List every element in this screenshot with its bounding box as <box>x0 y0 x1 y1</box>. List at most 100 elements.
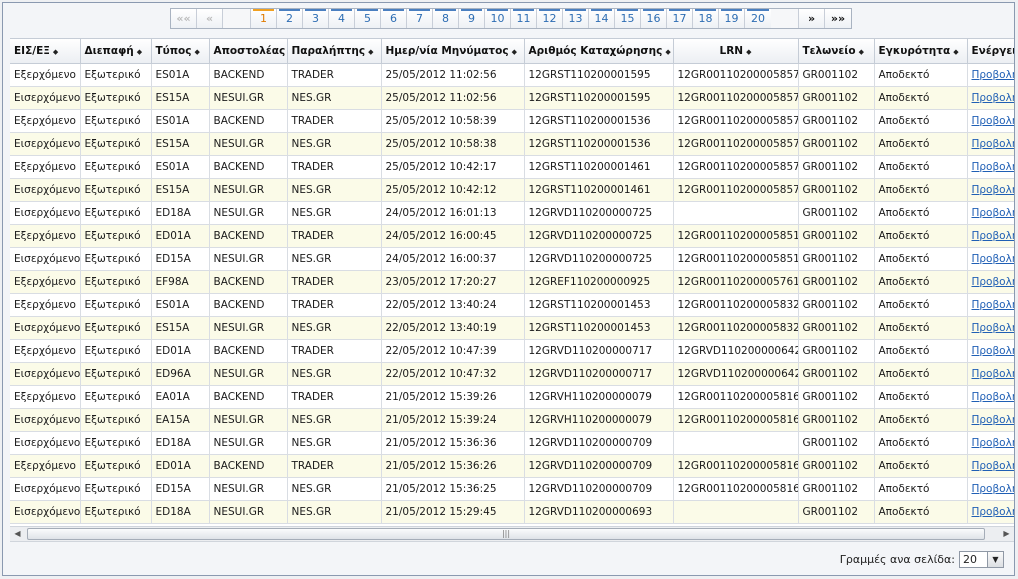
column-header[interactable]: Τελωνείο ◆ <box>798 39 875 64</box>
table-cell: TRADER <box>287 109 382 133</box>
table-row[interactable]: Εισερχόμενο Εξωτερικό ED96A NESUI.GR NES.GR 2… <box>10 362 1015 386</box>
view-link[interactable]: Προβολή <box>972 345 1015 357</box>
table-cell: NES.GR <box>287 201 382 225</box>
view-link[interactable]: Προβολή <box>972 483 1015 495</box>
table-row[interactable]: Εξερχόμενο Εξωτερικό ES01A BACKEND TRADER 25/… <box>10 63 1015 87</box>
view-link[interactable]: Προβολή <box>972 138 1015 150</box>
view-link[interactable]: Προβολή <box>972 460 1015 472</box>
column-header[interactable]: Ενέργει <box>967 39 1014 64</box>
sort-icon[interactable]: ◆ <box>859 48 864 56</box>
column-header[interactable]: Παραλήπτης ◆ <box>287 39 382 64</box>
view-link[interactable]: Προβολή <box>972 391 1015 403</box>
view-link[interactable]: Προβολή <box>972 161 1015 173</box>
page-number-button[interactable]: 15 <box>615 9 641 28</box>
table-cell: Αποδεκτό <box>874 86 968 110</box>
chevron-right-icon[interactable]: ▶ <box>999 527 1014 541</box>
view-link[interactable]: Προβολή <box>972 368 1015 380</box>
table-cell: 24/05/2012 16:01:13 <box>381 201 525 225</box>
table-row[interactable]: Εισερχόμενο Εξωτερικό ED15A NESUI.GR NES.GR 2… <box>10 477 1015 501</box>
column-header[interactable]: Αποστολέας◆ <box>209 39 288 64</box>
view-link[interactable]: Προβολή <box>972 92 1015 104</box>
view-link[interactable]: Προβολή <box>972 322 1015 334</box>
table-row[interactable]: Εξερχόμενο Εξωτερικό ED01A BACKEND TRADER 22/… <box>10 339 1015 363</box>
table-row[interactable]: Εισερχόμενο Εξωτερικό ES15A NESUI.GR NES.GR 2… <box>10 316 1015 340</box>
table-row[interactable]: Εξερχόμενο Εξωτερικό ED01A BACKEND TRADER 24/… <box>10 224 1015 248</box>
table-cell: GR001102 <box>798 63 875 87</box>
horizontal-scrollbar[interactable]: ◀ ||| ▶ <box>10 526 1014 542</box>
view-link[interactable]: Προβολή <box>972 299 1015 311</box>
page-number-list: 1 2 3 4 5 6 7 8 9 10 11 12 13 14 15 16 17 18 19 20 <box>251 9 771 28</box>
page-number-button[interactable]: 20 <box>745 9 771 28</box>
page-number-button[interactable]: 4 <box>329 9 355 28</box>
sort-icon[interactable]: ◆ <box>746 48 751 56</box>
page-number-button[interactable]: 3 <box>303 9 329 28</box>
column-header[interactable]: Ημερ/νία Μηνύματος ◆ <box>381 39 525 64</box>
sort-icon[interactable]: ◆ <box>665 48 670 56</box>
table-row[interactable]: Εξερχόμενο Εξωτερικό ES01A BACKEND TRADER 25/… <box>10 155 1015 179</box>
chevron-left-icon[interactable]: ◀ <box>10 527 25 541</box>
table-row[interactable]: Εισερχόμενο Εξωτερικό ED18A NESUI.GR NES.GR 2… <box>10 201 1015 225</box>
view-link[interactable]: Προβολή <box>972 115 1015 127</box>
table-row[interactable]: Εξερχόμενο Εξωτερικό ED01A BACKEND TRADER 21/… <box>10 454 1015 478</box>
table-cell: ES15A <box>151 132 210 156</box>
view-link[interactable]: Προβολή <box>972 207 1015 219</box>
column-header[interactable]: Διεπαφή ◆ <box>80 39 152 64</box>
table-row[interactable]: Εξερχόμενο Εξωτερικό ES01A BACKEND TRADER 25/… <box>10 109 1015 133</box>
table-row[interactable]: Εισερχόμενο Εξωτερικό ED18A NESUI.GR NES.GR 2… <box>10 431 1015 455</box>
column-header[interactable]: LRN ◆ <box>673 39 799 64</box>
column-header[interactable]: Εγκυρότητα ◆ <box>874 39 968 64</box>
page-number-button[interactable]: 19 <box>719 9 745 28</box>
view-link[interactable]: Προβολή <box>972 506 1015 518</box>
column-header[interactable]: Τύπος ◆ <box>151 39 210 64</box>
table-row[interactable]: Εισερχόμενο Εξωτερικό EA15A NESUI.GR NES.GR 2… <box>10 408 1015 432</box>
page-number-button[interactable]: 12 <box>537 9 563 28</box>
page-number-button[interactable]: 8 <box>433 9 459 28</box>
table-cell: Εισερχόμενο <box>10 500 81 524</box>
view-link[interactable]: Προβολή <box>972 69 1015 81</box>
view-link[interactable]: Προβολή <box>972 230 1015 242</box>
sort-icon[interactable]: ◆ <box>368 48 373 56</box>
sort-icon[interactable]: ◆ <box>53 48 58 56</box>
page-number-button[interactable]: 10 <box>485 9 511 28</box>
table-row[interactable]: Εισερχόμενο Εξωτερικό ES15A NESUI.GR NES.GR 2… <box>10 132 1015 156</box>
scrollbar-thumb[interactable]: ||| <box>27 528 985 540</box>
view-link[interactable]: Προβολή <box>972 184 1015 196</box>
table-row[interactable]: Εξερχόμενο Εξωτερικό ES01A BACKEND TRADER 22/… <box>10 293 1015 317</box>
page-number-button[interactable]: 11 <box>511 9 537 28</box>
table-cell: Εξωτερικό <box>80 109 152 133</box>
sort-icon[interactable]: ◆ <box>512 48 517 56</box>
view-link[interactable]: Προβολή <box>972 437 1015 449</box>
table-row[interactable]: Εξερχόμενο Εξωτερικό EA01A BACKEND TRADER 21/… <box>10 385 1015 409</box>
table-row[interactable]: Εξερχόμενο Εξωτερικό EF98A BACKEND TRADER 23/… <box>10 270 1015 294</box>
view-link[interactable]: Προβολή <box>972 253 1015 265</box>
column-header[interactable]: ΕΙΣ/ΕΞ ◆ <box>10 39 81 64</box>
next-page-button[interactable]: » <box>799 9 825 28</box>
rows-per-page-select[interactable]: 20 ▼ <box>959 551 1004 568</box>
page-number-button[interactable]: 6 <box>381 9 407 28</box>
table-row[interactable]: Εισερχόμενο Εξωτερικό ED18A NESUI.GR NES.GR 2… <box>10 500 1015 524</box>
table-row[interactable]: Εισερχόμενο Εξωτερικό ES15A NESUI.GR NES.GR 2… <box>10 86 1015 110</box>
page-number-button[interactable]: 13 <box>563 9 589 28</box>
sort-icon[interactable]: ◆ <box>195 48 200 56</box>
table-row[interactable]: Εισερχόμενο Εξωτερικό ED15A NESUI.GR NES.GR 2… <box>10 247 1015 271</box>
page-number-button[interactable]: 5 <box>355 9 381 28</box>
table-cell: Εξωτερικό <box>80 362 152 386</box>
page-number-button[interactable]: 14 <box>589 9 615 28</box>
chevron-down-icon[interactable]: ▼ <box>987 552 1003 567</box>
view-link[interactable]: Προβολή <box>972 276 1015 288</box>
column-header[interactable]: Αριθμός Καταχώρησης ◆ <box>524 39 674 64</box>
first-page-button[interactable]: «« <box>171 9 197 28</box>
page-number-button[interactable]: 18 <box>693 9 719 28</box>
page-number-button[interactable]: 1 <box>251 9 277 28</box>
page-number-button[interactable]: 16 <box>641 9 667 28</box>
page-number-button[interactable]: 2 <box>277 9 303 28</box>
previous-page-button[interactable]: « <box>197 9 223 28</box>
sort-icon[interactable]: ◆ <box>137 48 142 56</box>
table-row[interactable]: Εισερχόμενο Εξωτερικό ES15A NESUI.GR NES.GR 2… <box>10 178 1015 202</box>
page-number-button[interactable]: 17 <box>667 9 693 28</box>
last-page-button[interactable]: »» <box>825 9 851 28</box>
page-number-button[interactable]: 9 <box>459 9 485 28</box>
view-link[interactable]: Προβολή <box>972 414 1015 426</box>
sort-icon[interactable]: ◆ <box>953 48 958 56</box>
page-number-button[interactable]: 7 <box>407 9 433 28</box>
